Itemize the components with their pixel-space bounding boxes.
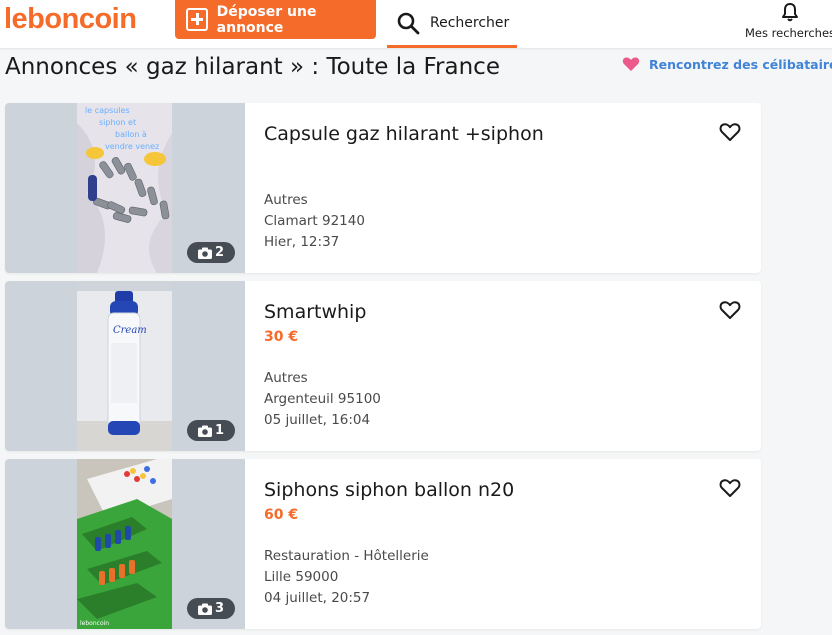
search-icon: [397, 12, 420, 34]
my-searches-button[interactable]: Mes recherches: [745, 0, 832, 48]
photo-count-badge: 2: [187, 242, 235, 263]
promo-text: Rencontrez des célibataires p: [649, 56, 832, 72]
photo-count: 3: [214, 601, 225, 616]
bell-icon: [782, 3, 798, 22]
leboncoin-logo[interactable]: leboncoin: [4, 3, 137, 36]
listing-thumbnail[interactable]: le capsules siphon et ballon à vendre ve…: [5, 103, 245, 273]
photo-count: 2: [214, 245, 225, 260]
photo-count-badge: 1: [187, 420, 235, 441]
listing-photo-capsules: le capsules siphon et ballon à vendre ve…: [77, 103, 172, 273]
search-label: Rechercher: [430, 14, 510, 31]
svg-text:leboncoin: leboncoin: [80, 620, 109, 627]
listing-card[interactable]: leboncoin 3 Siphons siphon ballon n20 60…: [5, 459, 761, 629]
svg-text:le capsules: le capsules: [85, 106, 130, 115]
listing-thumbnail[interactable]: leboncoin 3: [5, 459, 245, 629]
listing-category: Autres: [264, 192, 308, 208]
listing-price: 30 €: [264, 329, 299, 345]
listing-location: Lille 59000: [264, 569, 339, 585]
svg-text:ballon à: ballon à: [115, 130, 147, 139]
favorite-heart-icon[interactable]: [719, 478, 741, 498]
listing-info: Capsule gaz hilarant +siphon Autres Clam…: [264, 103, 761, 273]
dating-promo-link[interactable]: Rencontrez des célibataires p: [622, 54, 832, 74]
listing-photo-boxes: leboncoin: [77, 459, 172, 629]
favorite-heart-icon[interactable]: [719, 300, 741, 320]
page-title: Annonces « gaz hilarant » : Toute la Fra…: [5, 54, 500, 80]
svg-text:vendre venez: vendre venez: [105, 142, 159, 151]
listing-info: Siphons siphon ballon n20 60 € Restaurat…: [264, 459, 761, 629]
listing-date: 05 juillet, 16:04: [264, 412, 371, 428]
search-tab[interactable]: Rechercher: [387, 0, 517, 48]
heart-icon: [622, 57, 640, 71]
post-ad-label: Déposer une annonce: [216, 3, 317, 36]
listing-thumbnail[interactable]: Cream 1: [5, 281, 245, 451]
listing-title[interactable]: Siphons siphon ballon n20: [264, 479, 514, 501]
favorite-heart-icon[interactable]: [719, 122, 741, 142]
listing-location: Clamart 92140: [264, 213, 365, 229]
photo-count-badge: 3: [187, 598, 235, 619]
listing-card[interactable]: le capsules siphon et ballon à vendre ve…: [5, 103, 761, 273]
camera-icon: [197, 425, 212, 437]
plus-square-icon: [186, 8, 208, 31]
top-header: leboncoin Déposer une annonce Rechercher…: [0, 0, 832, 48]
listing-photo-bottle: Cream: [77, 281, 172, 451]
camera-icon: [197, 603, 212, 615]
listing-location: Argenteuil 95100: [264, 391, 381, 407]
camera-icon: [197, 247, 212, 259]
my-searches-label: Mes recherches: [745, 26, 832, 40]
listing-title[interactable]: Capsule gaz hilarant +siphon: [264, 123, 544, 145]
photo-count: 1: [214, 423, 225, 438]
listing-title[interactable]: Smartwhip: [264, 301, 366, 323]
listing-card[interactable]: Cream 1 Smartwhip 30 € Autres Argenteuil…: [5, 281, 761, 451]
listing-category: Autres: [264, 370, 308, 386]
svg-text:siphon et: siphon et: [99, 118, 136, 127]
post-ad-button[interactable]: Déposer une annonce: [175, 0, 376, 39]
listing-category: Restauration - Hôtellerie: [264, 548, 429, 564]
listing-date: 04 juillet, 20:57: [264, 590, 371, 606]
listing-price: 60 €: [264, 507, 299, 523]
listing-date: Hier, 12:37: [264, 234, 340, 250]
svg-text:Cream: Cream: [113, 325, 147, 336]
listing-info: Smartwhip 30 € Autres Argenteuil 95100 0…: [264, 281, 761, 451]
